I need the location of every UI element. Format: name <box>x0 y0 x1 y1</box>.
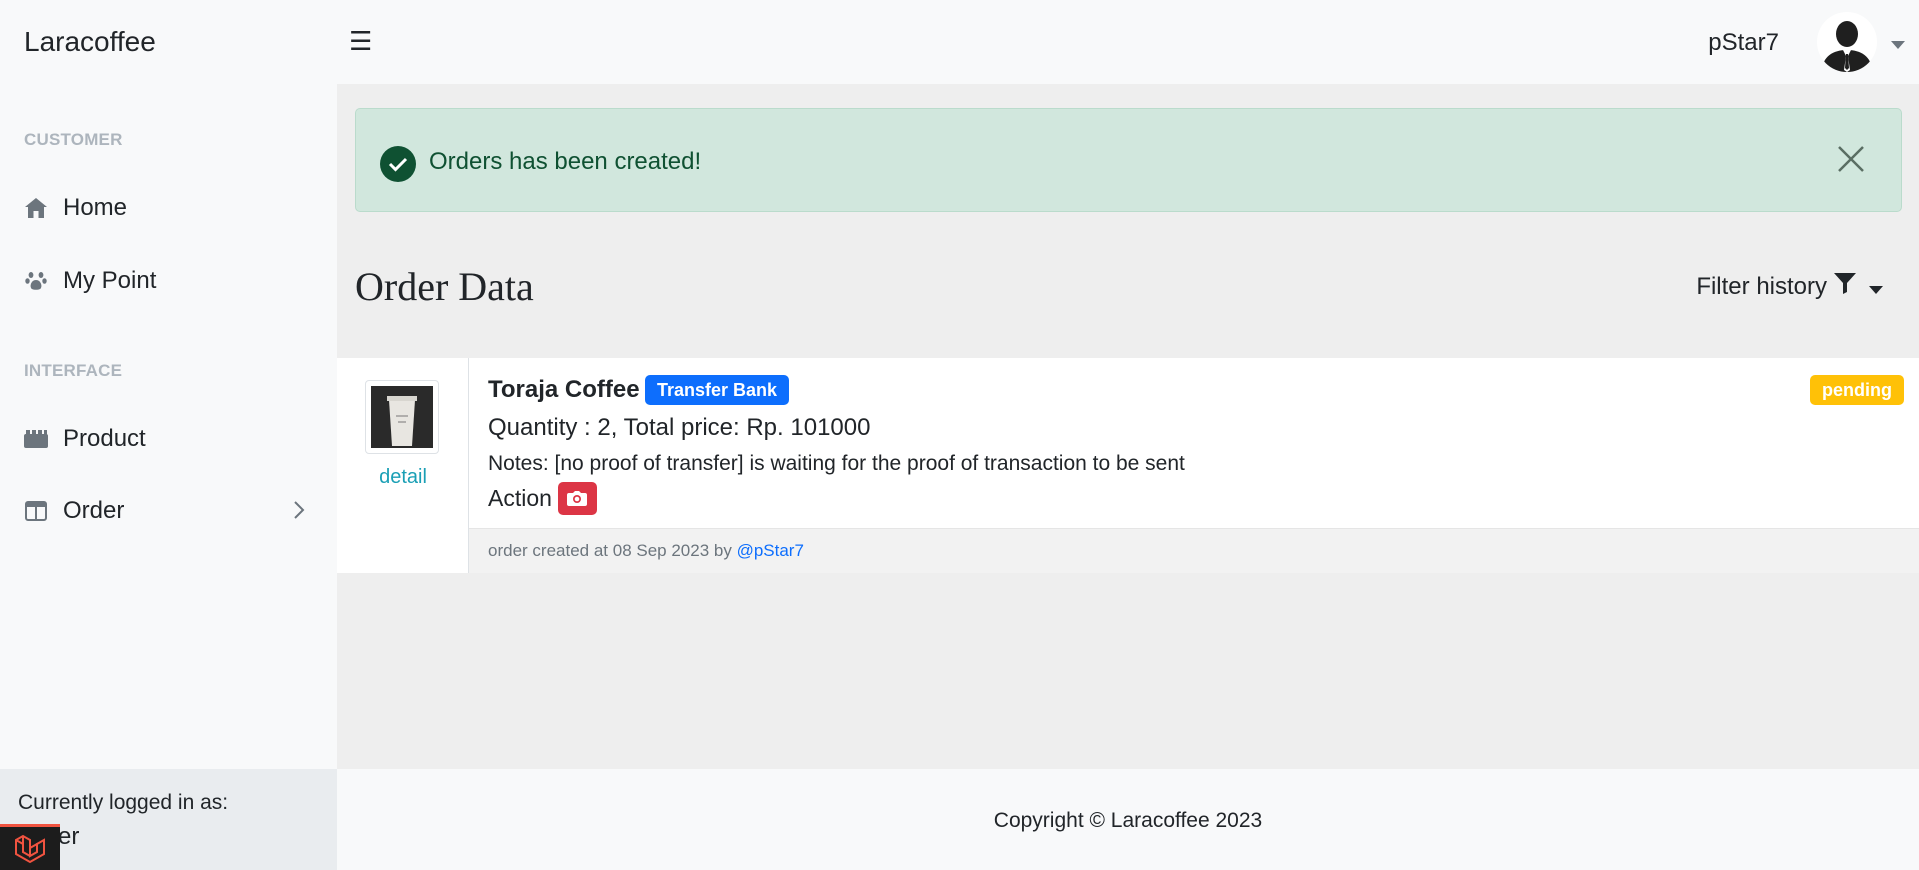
chevron-right-icon <box>292 499 306 528</box>
sidebar-item-label: Order <box>63 497 125 524</box>
page-footer: Copyright © Laracoffee 2023 <box>337 769 1919 870</box>
order-card-body: Toraja Coffee Transfer Bank pending Quan… <box>488 358 1919 528</box>
sidebar-heading-customer: CUSTOMER <box>24 130 123 149</box>
action-label: Action <box>488 485 552 511</box>
avatar[interactable] <box>1817 12 1877 72</box>
sidebar-item-product[interactable]: Product <box>24 419 314 459</box>
order-summary: Quantity : 2, Total price: Rp. 101000 <box>488 414 871 441</box>
order-actions: Action <box>488 482 597 515</box>
payment-method-badge: Transfer Bank <box>645 375 790 405</box>
close-icon[interactable] <box>1837 145 1865 178</box>
product-name: Toraja Coffee <box>488 376 640 403</box>
product-image[interactable] <box>365 380 439 454</box>
topbar: ☰ pStar7 <box>337 0 1919 84</box>
username[interactable]: pStar7 <box>1708 29 1779 57</box>
order-thumbnail-column: detail <box>337 358 469 573</box>
sidebar-item-label: Product <box>63 425 146 452</box>
sidebar-item-label: My Point <box>63 267 157 294</box>
product-icon <box>24 427 48 451</box>
home-icon <box>24 196 48 220</box>
sidebar-item-my-point[interactable]: My Point <box>24 261 314 301</box>
sidebar-item-home[interactable]: Home <box>24 188 314 228</box>
camera-icon <box>567 485 588 512</box>
logged-in-label: Currently logged in as: <box>18 791 229 814</box>
order-card-footer: order created at 08 Sep 2023 by @pStar7 <box>469 528 1919 573</box>
sidebar: Laracoffee CUSTOMER Home My Point INTERF… <box>0 0 337 870</box>
status-badge: pending <box>1810 375 1904 405</box>
sidebar-item-label: Home <box>63 194 128 221</box>
filter-icon <box>1827 272 1857 301</box>
filter-history-dropdown[interactable]: Filter history <box>1696 272 1883 301</box>
order-detail-link[interactable]: detail <box>337 466 469 489</box>
check-circle-icon <box>380 146 416 182</box>
upload-proof-button[interactable] <box>557 482 597 515</box>
main-content: Orders has been created! Order Data Filt… <box>337 84 1919 769</box>
page-title: Order Data <box>355 264 534 309</box>
order-card: detail Toraja Coffee Transfer Bank pendi… <box>337 358 1919 573</box>
order-created-info: order created at 08 Sep 2023 by @pStar7 <box>488 541 804 561</box>
success-alert: Orders has been created! <box>355 108 1902 212</box>
order-created-text: order created at 08 Sep 2023 by <box>488 541 732 560</box>
paw-icon <box>24 269 48 293</box>
brand-logo[interactable]: Laracoffee <box>24 26 156 58</box>
laravel-debugbar-icon[interactable] <box>0 824 60 870</box>
sidebar-heading-interface: INTERFACE <box>24 361 123 380</box>
copyright-text: Copyright © Laracoffee 2023 <box>993 809 1263 832</box>
chevron-down-icon <box>1863 273 1883 301</box>
chevron-down-icon[interactable] <box>1891 36 1905 54</box>
sidebar-item-order[interactable]: Order <box>24 491 314 531</box>
filter-history-label: Filter history <box>1696 272 1827 300</box>
columns-icon <box>24 499 48 523</box>
sidebar-toggle-button[interactable]: ☰ <box>349 26 372 57</box>
order-user-link[interactable]: @pStar7 <box>737 541 804 560</box>
order-notes: Notes: [no proof of transfer] is waiting… <box>488 452 1185 475</box>
alert-message: Orders has been created! <box>429 148 702 175</box>
